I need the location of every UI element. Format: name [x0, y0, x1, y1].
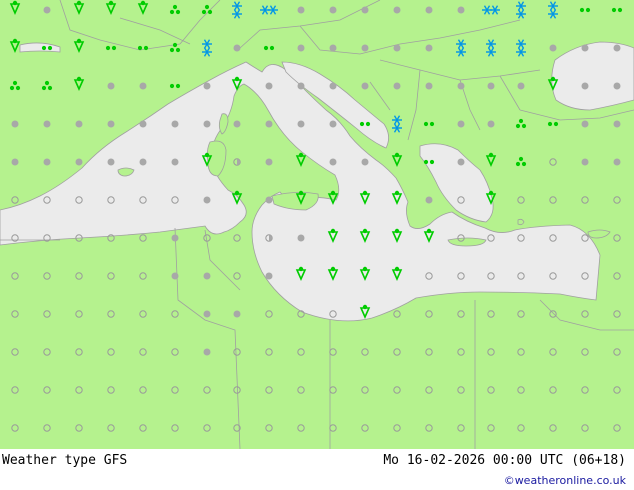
weather-symbol-filled [329, 158, 337, 166]
weather-symbol-filled [139, 158, 147, 166]
weather-symbol-filled [75, 158, 83, 166]
weather-symbol-filled [107, 82, 115, 90]
weather-symbol-filled [171, 272, 179, 280]
weather-symbol-filled [581, 44, 589, 52]
weather-symbol-filled [11, 158, 19, 166]
weather-symbol-filled [297, 44, 305, 52]
weather-symbol-filled [265, 272, 273, 280]
island-crete [447, 237, 487, 247]
weather-symbol-filled [329, 6, 337, 14]
weather-symbol-filled [11, 120, 19, 128]
weather-symbol-filled [171, 120, 179, 128]
weather-symbol-filled [393, 82, 401, 90]
weather-symbol-filled [43, 6, 51, 14]
weather-symbol-filled [297, 234, 305, 242]
weather-symbol-filled [43, 158, 51, 166]
weather-symbol-filled [297, 120, 305, 128]
weather-symbol-filled [329, 82, 337, 90]
weather-symbol-filled [457, 158, 465, 166]
map-title: Weather type GFS [2, 453, 128, 468]
weather-symbol-filled [265, 120, 273, 128]
weather-symbol-filled [203, 310, 211, 318]
weather-symbol-filled [139, 82, 147, 90]
weather-symbol-filled [361, 158, 369, 166]
weather-symbol-filled [107, 158, 115, 166]
weather-symbol-filled [425, 196, 433, 204]
weather-symbol-filled [361, 6, 369, 14]
weather-symbol-filled [233, 310, 241, 318]
weather-symbol-filled [581, 82, 589, 90]
weather-symbol-filled [613, 82, 621, 90]
weather-symbol-filled [329, 44, 337, 52]
weather-symbol-filled [393, 44, 401, 52]
weather-symbol-filled [361, 82, 369, 90]
weather-symbol-filled [613, 158, 621, 166]
weather-symbol-filled [203, 196, 211, 204]
weather-symbol-filled [361, 44, 369, 52]
weather-symbol-filled [139, 120, 147, 128]
weather-symbol-filled [457, 120, 465, 128]
weather-symbol-filled [265, 82, 273, 90]
weather-symbol-filled [107, 120, 115, 128]
weather-symbol-filled [425, 44, 433, 52]
weather-symbol-filled [329, 120, 337, 128]
weather-symbol-filled [171, 158, 179, 166]
weather-symbol-filled [297, 82, 305, 90]
credit-link[interactable]: ©weatheronline.co.uk [504, 474, 626, 487]
map-footer: Weather type GFS Mo 16-02-2026 00:00 UTC… [0, 449, 634, 490]
weather-symbol-filled [203, 82, 211, 90]
weather-symbol-filled [393, 6, 401, 14]
weather-symbol-filled [297, 6, 305, 14]
weather-symbol-filled [233, 44, 241, 52]
weather-symbol-filled [203, 272, 211, 280]
weather-symbol-filled [457, 82, 465, 90]
weather-symbol-filled [549, 44, 557, 52]
weather-symbol-filled [203, 348, 211, 356]
weather-symbol-filled [233, 120, 241, 128]
valid-time: Mo 16-02-2026 00:00 UTC (06+18) [383, 453, 626, 468]
island-rhodes [517, 218, 525, 226]
weather-symbol-filled [613, 120, 621, 128]
weather-symbol-filled [203, 120, 211, 128]
weather-symbol-filled [75, 120, 83, 128]
weather-symbol-filled [517, 82, 525, 90]
weather-symbol-filled [265, 196, 273, 204]
weather-symbol-filled [425, 82, 433, 90]
weather-symbol-filled [487, 120, 495, 128]
weather-symbol-filled [425, 6, 433, 14]
weather-symbol-filled [265, 158, 273, 166]
weather-symbol-filled [581, 120, 589, 128]
weather-symbol-filled [43, 120, 51, 128]
weather-map[interactable] [0, 0, 634, 449]
weather-symbol-filled [613, 44, 621, 52]
weather-symbol-filled [457, 6, 465, 14]
weather-symbol-filled [171, 234, 179, 242]
weather-symbol-filled [581, 158, 589, 166]
weather-symbol-filled [487, 82, 495, 90]
